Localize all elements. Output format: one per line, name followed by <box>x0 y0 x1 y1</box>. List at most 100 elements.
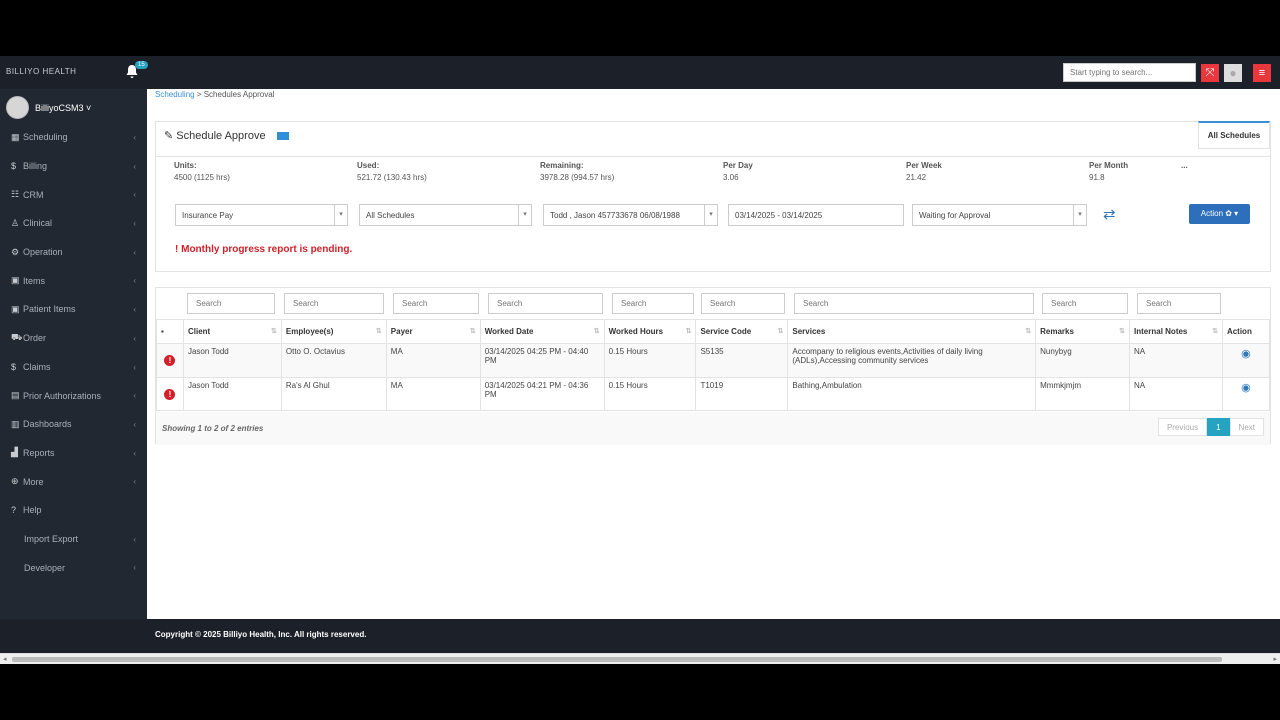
sidebar-item-reports[interactable]: ▟ Reports ‹ <box>0 439 147 468</box>
column-header-internal-notes[interactable]: Internal Notes ⇅ <box>1129 319 1223 344</box>
filter-employee-input[interactable] <box>284 293 384 314</box>
pagination-page-1[interactable]: 1 <box>1207 418 1230 436</box>
chevron-left-icon: ‹ <box>133 133 136 142</box>
sidebar-item-prior-authorizations[interactable]: ▤ Prior Authorizations ‹ <box>0 381 147 410</box>
notifications-button[interactable]: 15 <box>125 61 148 81</box>
scrollbar-thumb[interactable] <box>12 657 1222 662</box>
breadcrumb: Scheduling > Schedules Approval <box>155 90 274 99</box>
video-help-icon[interactable] <box>276 132 289 141</box>
sidebar-item-dashboards[interactable]: ▥ Dashboards ‹ <box>0 410 147 439</box>
column-header-worked-date[interactable]: Worked Date ⇅ <box>479 319 605 344</box>
sidebar-item-scheduling[interactable]: ▦ Scheduling ‹ <box>0 123 147 152</box>
fullscreen-button[interactable]: ⤧ <box>1201 64 1219 82</box>
users-icon: ☷ <box>11 189 20 200</box>
breadcrumb-link-scheduling[interactable]: Scheduling <box>155 90 195 99</box>
sidebar-item-help[interactable]: ? Help <box>0 496 147 525</box>
sort-icon: ⇅ <box>271 328 277 335</box>
sidebar-item-operation[interactable]: ⚙ Operation ‹ <box>0 238 147 267</box>
filter-worked-hours-input[interactable] <box>612 293 694 314</box>
cell-worked-date: 03/14/2025 04:21 PM - 04:36 PM <box>479 377 605 411</box>
eye-icon[interactable]: ◉ <box>1241 382 1251 394</box>
select-value: Todd , Jason 457733678 06/08/1988 <box>550 211 680 220</box>
sidebar-item-more[interactable]: ⊕ More ‹ <box>0 467 147 496</box>
top-navbar: BILLIYO HEALTH 15 ⤧ ● ≡ <box>0 56 1280 89</box>
tab-all-schedules[interactable]: All Schedules <box>1198 121 1270 149</box>
sidebar-item-billing[interactable]: $ Billing ‹ <box>0 152 147 181</box>
cell-internal-notes: NA <box>1129 343 1223 378</box>
select-value: Insurance Pay <box>182 211 234 220</box>
row-status-cell: ! <box>156 343 184 378</box>
column-header-service-code[interactable]: Service Code ⇅ <box>695 319 789 344</box>
stat-used: Used: 521.72 (130.43 hrs) <box>357 161 427 182</box>
client-select[interactable]: Todd , Jason 457733678 06/08/1988 ▾ <box>543 204 718 226</box>
table-header-row: ▪ Client ⇅ Employee(s) ⇅ Payer ⇅ Worked Dat… <box>156 319 1271 344</box>
sidebar-item-claims[interactable]: $ Claims ‹ <box>0 353 147 382</box>
pagination-next[interactable]: Next <box>1229 418 1264 436</box>
pagination: Previous 1 Next <box>1157 418 1264 436</box>
filter-remarks-input[interactable] <box>1042 293 1128 314</box>
chevron-left-icon: ‹ <box>133 333 136 343</box>
sidebar-item-clinical[interactable]: ♙ Clinical ‹ <box>0 209 147 238</box>
filter-service-code-input[interactable] <box>701 293 785 314</box>
filter-worked-date-input[interactable] <box>488 293 603 314</box>
pagination-previous[interactable]: Previous <box>1157 418 1208 436</box>
column-header-services[interactable]: Services ⇅ <box>787 319 1037 344</box>
schedules-select[interactable]: All Schedules ▾ <box>359 204 532 226</box>
column-header-worked-hours[interactable]: Worked Hours ⇅ <box>603 319 697 344</box>
sidebar-item-patient-items[interactable]: ▣ Patient Items ‹ <box>0 295 147 324</box>
scroll-right-icon[interactable]: ▸ <box>1273 655 1277 663</box>
chevron-down-icon: ▾ <box>334 205 347 225</box>
header-label: Payer <box>390 327 413 336</box>
menu-toggle-button[interactable]: ≡ <box>1253 64 1271 82</box>
sidebar-user[interactable]: BilliyoCSM3 ˅ <box>6 96 91 119</box>
user-avatar-button[interactable]: ● <box>1224 64 1242 82</box>
column-header-action[interactable]: Action <box>1221 319 1271 344</box>
column-header-employee[interactable]: Employee(s) ⇅ <box>280 319 387 344</box>
column-header-remarks[interactable]: Remarks ⇅ <box>1035 319 1131 344</box>
select-all-header[interactable]: ▪ <box>156 319 184 344</box>
date-range-input[interactable]: 03/14/2025 - 03/14/2025 <box>728 204 904 226</box>
filter-client-input[interactable] <box>187 293 275 314</box>
column-header-payer[interactable]: Payer ⇅ <box>385 319 481 344</box>
stat-label: Used: <box>357 161 380 170</box>
chevron-down-icon: ▾ <box>1073 205 1086 225</box>
schedules-table-container: ▪ Client ⇅ Employee(s) ⇅ Payer ⇅ Worked Dat… <box>155 287 1271 445</box>
box-icon: ▣ <box>11 303 20 314</box>
filter-payer-input[interactable] <box>393 293 479 314</box>
sidebar-item-order[interactable]: ⛟ Order ‹ <box>0 324 147 353</box>
dashboard-icon: ▥ <box>11 418 20 429</box>
column-header-client[interactable]: Client ⇅ <box>182 319 282 344</box>
sidebar-item-label: Developer <box>24 562 66 573</box>
sidebar-item-import-export[interactable]: Import Export ‹ <box>0 525 147 554</box>
refresh-icon[interactable]: ⇄ <box>1103 205 1116 223</box>
sidebar-item-developer[interactable]: Developer ‹ <box>0 553 147 582</box>
scroll-left-icon[interactable]: ◂ <box>3 655 7 663</box>
sidebar-item-items[interactable]: ▣ Items ‹ <box>0 266 147 295</box>
dollar-icon: $ <box>11 161 17 172</box>
filter-internal-notes-input[interactable] <box>1137 293 1221 314</box>
stat-label: Per Day <box>723 161 753 170</box>
table-row[interactable]: ! Jason Todd Ra's Al Ghul MA 03/14/2025 … <box>156 377 1271 411</box>
eye-icon[interactable]: ◉ <box>1241 348 1251 360</box>
filter-services-input[interactable] <box>794 293 1034 314</box>
chevron-left-icon: ‹ <box>133 161 136 171</box>
bell-icon <box>125 65 139 81</box>
stat-label: ... <box>1181 161 1188 170</box>
footer: Copyright © 2025 Billiyo Health, Inc. Al… <box>147 619 1280 653</box>
action-button[interactable]: Action ✿ ▾ <box>1189 204 1250 224</box>
notification-count-badge: 15 <box>135 61 148 69</box>
payer-select[interactable]: Insurance Pay ▾ <box>175 204 348 226</box>
sidebar-item-crm[interactable]: ☷ CRM ‹ <box>0 180 147 209</box>
horizontal-scrollbar[interactable]: ◂ ▸ <box>0 653 1280 664</box>
sort-icon: ⇅ <box>777 328 784 335</box>
cell-client: Jason Todd <box>182 377 282 411</box>
header-label: Service Code <box>700 327 752 336</box>
status-select[interactable]: Waiting for Approval ▾ <box>912 204 1087 226</box>
table-row[interactable]: ! Jason Todd Otto O. Octavius MA 03/14/2… <box>156 343 1271 378</box>
brand-logo[interactable]: BILLIYO HEALTH <box>6 67 76 76</box>
global-search-input[interactable] <box>1063 63 1196 82</box>
progress-report-alert: ! Monthly progress report is pending. <box>175 244 353 255</box>
expand-icon: ⤧ <box>1205 66 1215 79</box>
cell-worked-hours: 0.15 Hours <box>603 343 697 378</box>
select-value: All Schedules <box>366 211 415 220</box>
